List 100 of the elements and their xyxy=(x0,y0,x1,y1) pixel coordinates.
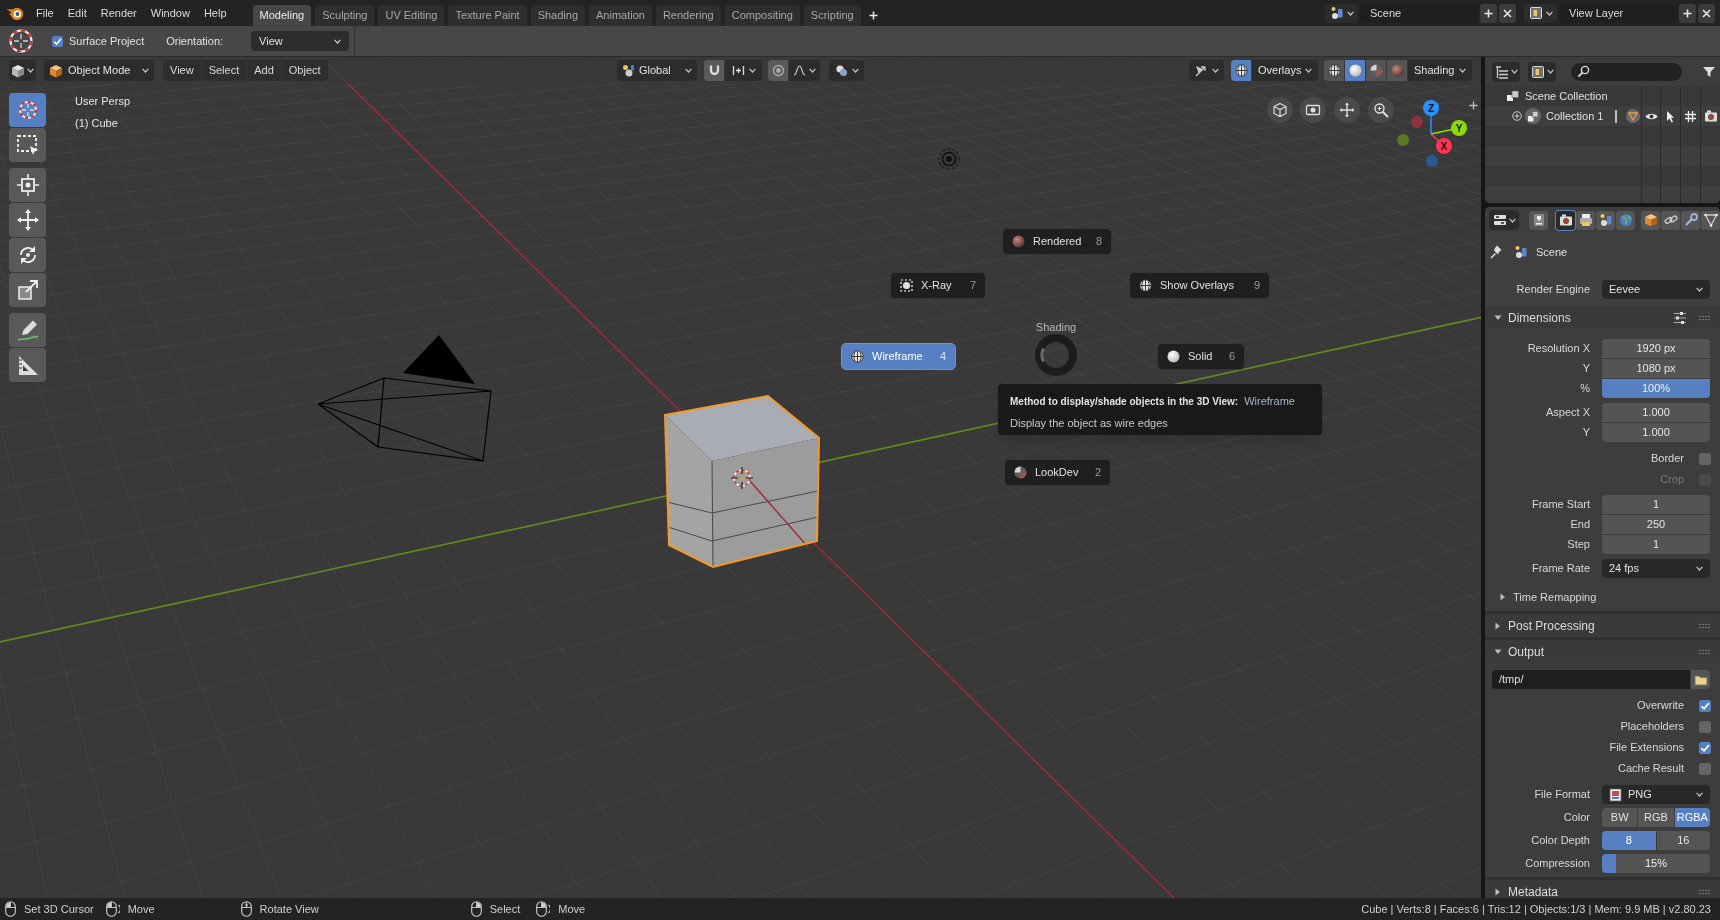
option-button[interactable]: RGB xyxy=(1638,808,1674,827)
option-button[interactable]: BW xyxy=(1602,808,1638,827)
dropdown[interactable]: 24 fps xyxy=(1602,559,1710,578)
panel-header[interactable]: Output xyxy=(1485,640,1720,663)
tool-button[interactable] xyxy=(9,168,46,202)
number-field[interactable]: 1 xyxy=(1602,535,1710,554)
panel-header[interactable]: Post Processing xyxy=(1485,614,1720,637)
axis-handle[interactable] xyxy=(1411,116,1423,128)
menu-item[interactable]: Add xyxy=(247,60,281,81)
number-field[interactable]: 1080 px xyxy=(1602,359,1710,378)
axis-handle[interactable]: X xyxy=(1436,138,1452,154)
display-mode-button[interactable] xyxy=(1528,61,1556,82)
overlays-dropdown[interactable]: Overlays xyxy=(1252,60,1318,81)
menu-item[interactable]: Help xyxy=(196,3,234,23)
number-field[interactable]: 1.000 xyxy=(1602,403,1710,422)
pie-menu-item[interactable]: Solid 6 xyxy=(1157,343,1245,370)
drag-handle-icon[interactable] xyxy=(1699,888,1710,895)
data-block-button[interactable] xyxy=(1325,3,1358,23)
pie-menu-item[interactable]: LookDev 2 xyxy=(1004,459,1111,486)
workspace-tab[interactable]: UV Editing xyxy=(378,5,445,26)
path-field[interactable]: /tmp/ xyxy=(1492,670,1690,689)
mode-dropdown[interactable]: Object Mode xyxy=(44,60,154,81)
add-button[interactable] xyxy=(1480,3,1497,23)
number-field[interactable]: 1.000 xyxy=(1602,423,1710,442)
checkbox[interactable] xyxy=(1699,762,1711,775)
properties-tab[interactable] xyxy=(1556,210,1575,230)
panel-header[interactable]: Dimensions xyxy=(1485,306,1720,329)
scene-name-field[interactable]: Scene xyxy=(1360,3,1478,23)
shading-dropdown[interactable]: Shading xyxy=(1408,60,1472,81)
workspace-tab[interactable]: Animation xyxy=(589,5,652,26)
properties-tab[interactable] xyxy=(1576,210,1595,230)
close-button[interactable] xyxy=(1698,3,1715,23)
snap-button[interactable] xyxy=(704,60,724,81)
tool-button[interactable] xyxy=(9,273,46,307)
number-field[interactable]: 250 xyxy=(1602,515,1710,534)
workspace-tab[interactable]: Scripting xyxy=(803,5,861,26)
editor-type-button[interactable] xyxy=(1489,210,1519,230)
close-button[interactable] xyxy=(1499,3,1516,23)
drag-handle-icon[interactable] xyxy=(1699,648,1710,655)
data-block-button[interactable] xyxy=(1524,3,1557,23)
presets-icon[interactable] xyxy=(1673,310,1687,325)
pivot-dropdown[interactable] xyxy=(829,60,864,81)
grid-icon[interactable] xyxy=(1684,109,1697,123)
plus-icon[interactable] xyxy=(1469,101,1478,110)
axis-handle[interactable]: Z xyxy=(1423,100,1439,116)
dropdown[interactable]: View xyxy=(251,31,350,51)
workspace-tab[interactable]: Compositing xyxy=(724,5,800,26)
editor-type-button[interactable] xyxy=(1492,61,1520,82)
outliner-item[interactable]: Scene Collection xyxy=(1525,87,1608,105)
menu-item[interactable]: Window xyxy=(143,3,197,23)
pie-menu-item[interactable]: Show Overlays 9 xyxy=(1129,272,1270,299)
properties-tab[interactable] xyxy=(1681,210,1700,230)
proportional-edit-button[interactable] xyxy=(768,60,788,81)
workspace-tab[interactable]: Shading xyxy=(530,5,585,26)
view-button[interactable] xyxy=(1267,97,1293,123)
number-field[interactable]: 1 xyxy=(1602,495,1710,514)
search-field[interactable] xyxy=(1571,62,1682,81)
tool-button[interactable] xyxy=(9,238,46,272)
workspace-tab[interactable]: Sculpting xyxy=(315,5,375,26)
tool-button[interactable] xyxy=(9,313,46,347)
properties-tab[interactable] xyxy=(1661,210,1680,230)
plus-circle-icon[interactable] xyxy=(1512,111,1522,121)
menu-item[interactable]: File xyxy=(29,3,61,23)
slider[interactable]: 100% xyxy=(1602,379,1710,398)
option-button[interactable]: 16 xyxy=(1656,831,1710,850)
workspace-tab[interactable]: Texture Paint xyxy=(448,5,527,26)
cube-object[interactable] xyxy=(663,394,820,569)
drag-handle-icon[interactable] xyxy=(1699,314,1710,321)
tool-button[interactable] xyxy=(9,93,46,127)
pin-icon[interactable] xyxy=(1489,245,1503,259)
slider[interactable]: 15% xyxy=(1602,854,1710,873)
tool-button[interactable] xyxy=(9,128,46,162)
axis-handle[interactable] xyxy=(1397,134,1409,146)
blender-logo-icon[interactable] xyxy=(6,5,24,21)
pie-menu-item[interactable]: Rendered 8 xyxy=(1002,228,1112,255)
editor-type-button[interactable] xyxy=(9,60,36,81)
properties-tab[interactable] xyxy=(1641,210,1660,230)
axis-handle[interactable]: Y xyxy=(1451,120,1467,136)
view-button[interactable] xyxy=(1300,97,1326,123)
properties-tab[interactable] xyxy=(1529,210,1548,230)
checkbox[interactable] xyxy=(1699,720,1711,733)
pie-menu-item[interactable]: Wireframe 4 xyxy=(841,343,956,370)
menu-item[interactable]: Object xyxy=(281,60,328,81)
snap-target-dropdown[interactable] xyxy=(725,60,762,81)
pie-menu-item[interactable]: X-Ray 7 xyxy=(890,272,986,299)
menu-item[interactable]: View xyxy=(163,60,201,81)
gizmo-dropdown[interactable] xyxy=(1189,60,1224,81)
subpanel-header[interactable]: Time Remapping xyxy=(1499,588,1597,606)
dropdown[interactable]: PNG xyxy=(1602,785,1710,804)
option-button[interactable]: RGBA xyxy=(1674,808,1710,827)
checkbox[interactable] xyxy=(52,35,63,47)
dropdown[interactable]: Global xyxy=(617,60,697,81)
tool-button[interactable] xyxy=(9,203,46,237)
shading-mode-button[interactable] xyxy=(1324,60,1344,81)
checkbox[interactable] xyxy=(1699,452,1711,465)
camera-icon[interactable] xyxy=(1703,109,1718,123)
view-button[interactable] xyxy=(1368,97,1394,123)
triangle-icon[interactable] xyxy=(1626,109,1640,123)
browse-button[interactable] xyxy=(1691,670,1710,689)
option-button[interactable]: 8 xyxy=(1602,831,1656,850)
